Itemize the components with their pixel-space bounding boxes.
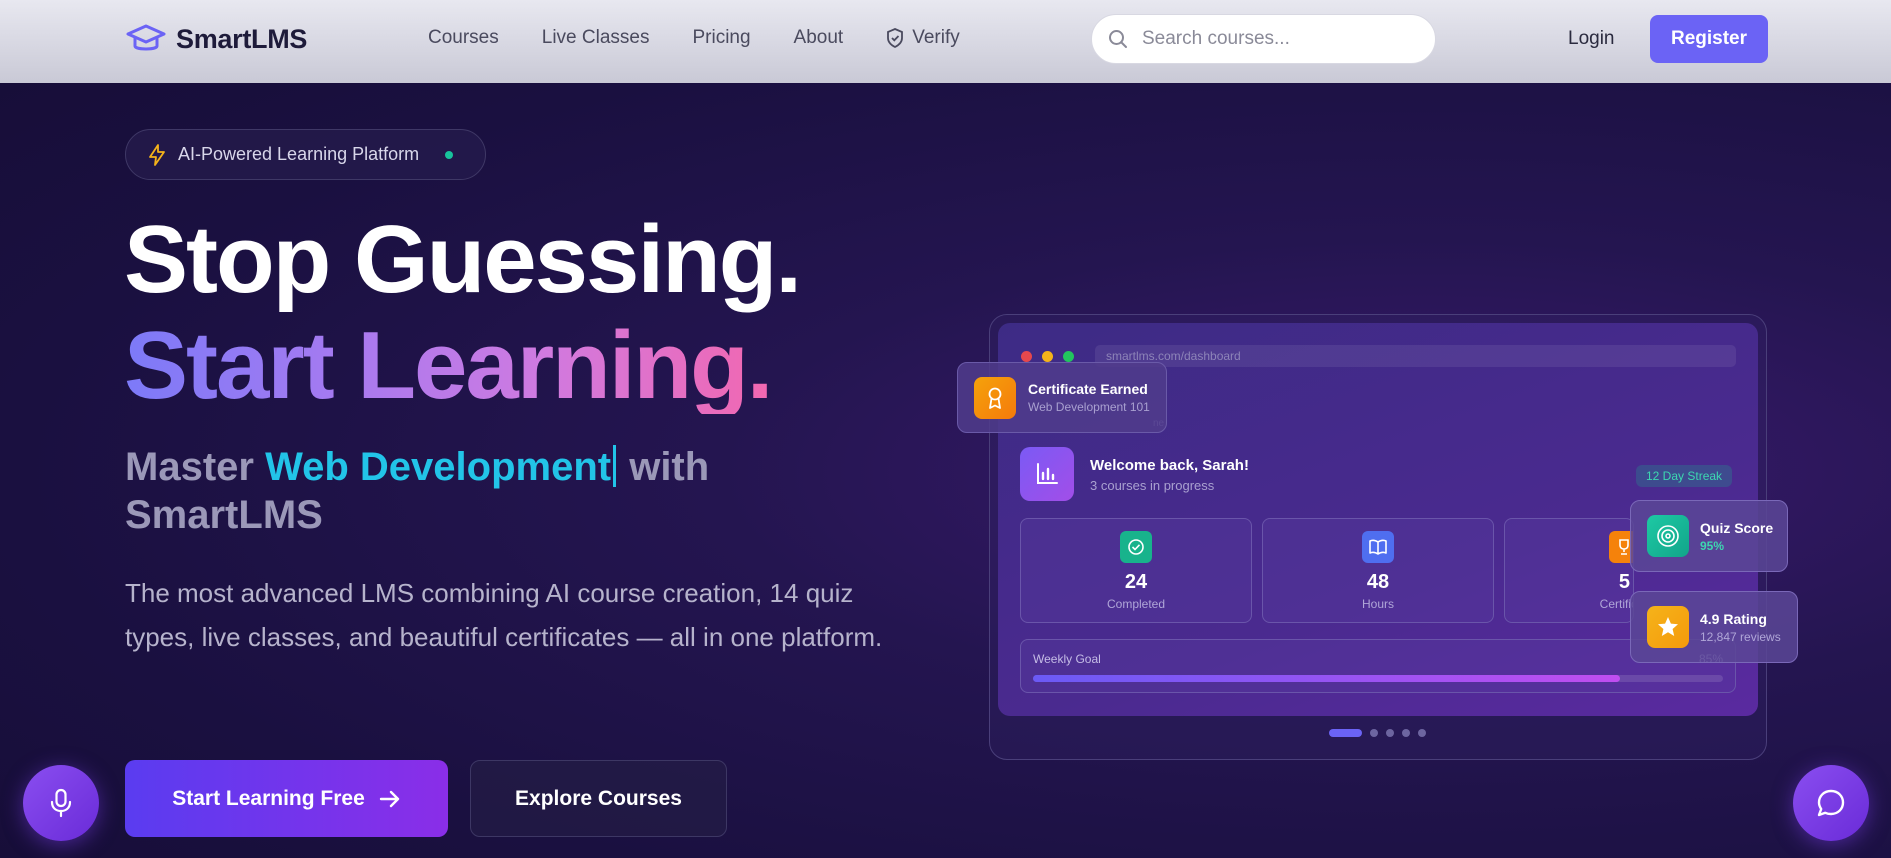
stat-value: 5 xyxy=(1618,571,1630,593)
nav-verify-label: Verify xyxy=(912,27,960,48)
arrow-right-icon xyxy=(379,790,399,807)
lightning-icon xyxy=(149,143,165,166)
search-box[interactable] xyxy=(1091,14,1436,64)
stat-label: Hours xyxy=(1361,597,1394,611)
typing-caret xyxy=(613,445,617,487)
quiz-score-card: Quiz Score 95% xyxy=(1630,500,1788,572)
nav-about[interactable]: About xyxy=(794,27,844,49)
stat-label: Certific xyxy=(1599,597,1634,611)
streak-badge: 12 Day Streak xyxy=(1636,465,1733,487)
subheadline-brand: SmartLMS xyxy=(125,493,323,537)
brand-logo[interactable]: SmartLMS xyxy=(126,22,307,56)
headline-line-1: Stop Guessing. xyxy=(124,206,802,313)
pager-dot[interactable] xyxy=(1370,729,1378,737)
close-dot xyxy=(1021,351,1032,362)
search-icon xyxy=(1109,30,1127,48)
graduation-cap-icon xyxy=(126,24,166,51)
microphone-icon xyxy=(50,788,72,818)
goal-progress-track xyxy=(1033,675,1723,682)
register-button[interactable]: Register xyxy=(1650,15,1768,63)
badge-text: AI-Powered Learning Platform xyxy=(178,144,420,164)
nav-courses[interactable]: Courses xyxy=(428,27,499,49)
subheadline-suffix: with xyxy=(629,445,710,489)
hero-description: The most advanced LMS combining AI cours… xyxy=(125,578,883,652)
minimize-dot xyxy=(1042,351,1053,362)
pager-dot[interactable] xyxy=(1418,729,1426,737)
start-learning-label: Start Learning Free xyxy=(172,786,365,810)
book-icon xyxy=(1362,531,1394,563)
shield-check-icon xyxy=(887,28,904,48)
quiz-score-title: Quiz Score xyxy=(1700,519,1774,536)
carousel-pager xyxy=(1329,729,1426,737)
rating-title: 4.9 Rating xyxy=(1700,610,1767,627)
pager-dot[interactable] xyxy=(1402,729,1410,737)
maximize-dot xyxy=(1063,351,1074,362)
stat-completed: 24 Completed xyxy=(1020,518,1252,623)
chat-bubble-icon xyxy=(1817,789,1845,817)
bar-chart-icon xyxy=(1037,463,1058,484)
top-nav: SmartLMS Courses Live Classes Pricing Ab… xyxy=(0,0,1891,83)
target-icon xyxy=(1647,515,1689,557)
rating-card: 4.9 Rating 12,847 reviews xyxy=(1630,591,1798,663)
award-icon xyxy=(974,376,1016,419)
rating-subtitle: 12,847 reviews xyxy=(1700,629,1781,644)
window-controls xyxy=(1021,351,1074,362)
brand-name: SmartLMS xyxy=(176,23,308,54)
pager-dot[interactable] xyxy=(1329,729,1362,737)
welcome-subtitle: 3 courses in progress xyxy=(1090,478,1215,493)
url-bar: smartlms.com/dashboard xyxy=(1095,345,1736,367)
headline-line-2: Start Learning. xyxy=(124,312,773,419)
star-icon xyxy=(1647,606,1689,648)
login-link[interactable]: Login xyxy=(1568,28,1615,50)
check-circle-icon xyxy=(1120,531,1152,563)
welcome-title: Welcome back, Sarah! xyxy=(1090,457,1249,474)
nav-live-classes[interactable]: Live Classes xyxy=(542,27,650,49)
nav-pricing[interactable]: Pricing xyxy=(692,27,750,49)
subheadline-accent: Web Development xyxy=(265,445,612,489)
subheadline: Master Web Development with SmartLMS xyxy=(125,443,825,539)
pager-dot[interactable] xyxy=(1386,729,1394,737)
start-learning-button[interactable]: Start Learning Free xyxy=(125,760,448,837)
goal-label: Weekly Goal xyxy=(1033,652,1101,666)
stat-value: 24 xyxy=(1124,571,1148,593)
search-input[interactable] xyxy=(1142,28,1412,50)
certificate-earned-card: Certificate Earned Web Development 101 xyxy=(957,362,1167,433)
certificate-title: Certificate Earned xyxy=(1028,381,1148,397)
voice-button[interactable] xyxy=(23,765,99,841)
stat-label: Completed xyxy=(1106,597,1166,611)
weekly-goal-card: Weekly Goal 85% xyxy=(1020,639,1736,693)
quiz-score-value: 95% xyxy=(1700,538,1725,553)
stat-certificates: 5 Certific xyxy=(1504,518,1634,623)
hero-badge: AI-Powered Learning Platform xyxy=(125,129,486,180)
stat-value: 48 xyxy=(1366,571,1390,593)
certificate-subtitle: Web Development 101 xyxy=(1028,400,1150,414)
explore-courses-button[interactable]: Explore Courses xyxy=(470,760,727,837)
goal-progress-fill xyxy=(1033,675,1620,682)
analytics-icon-tile xyxy=(1020,447,1074,501)
stat-hours: 48 Hours xyxy=(1262,518,1494,623)
live-dot xyxy=(445,150,454,159)
subheadline-prefix: Master xyxy=(125,445,254,489)
nav-links: Courses Live Classes Pricing About Verif… xyxy=(428,27,1003,49)
nav-verify[interactable]: Verify xyxy=(886,27,960,49)
chat-button[interactable] xyxy=(1793,765,1869,841)
